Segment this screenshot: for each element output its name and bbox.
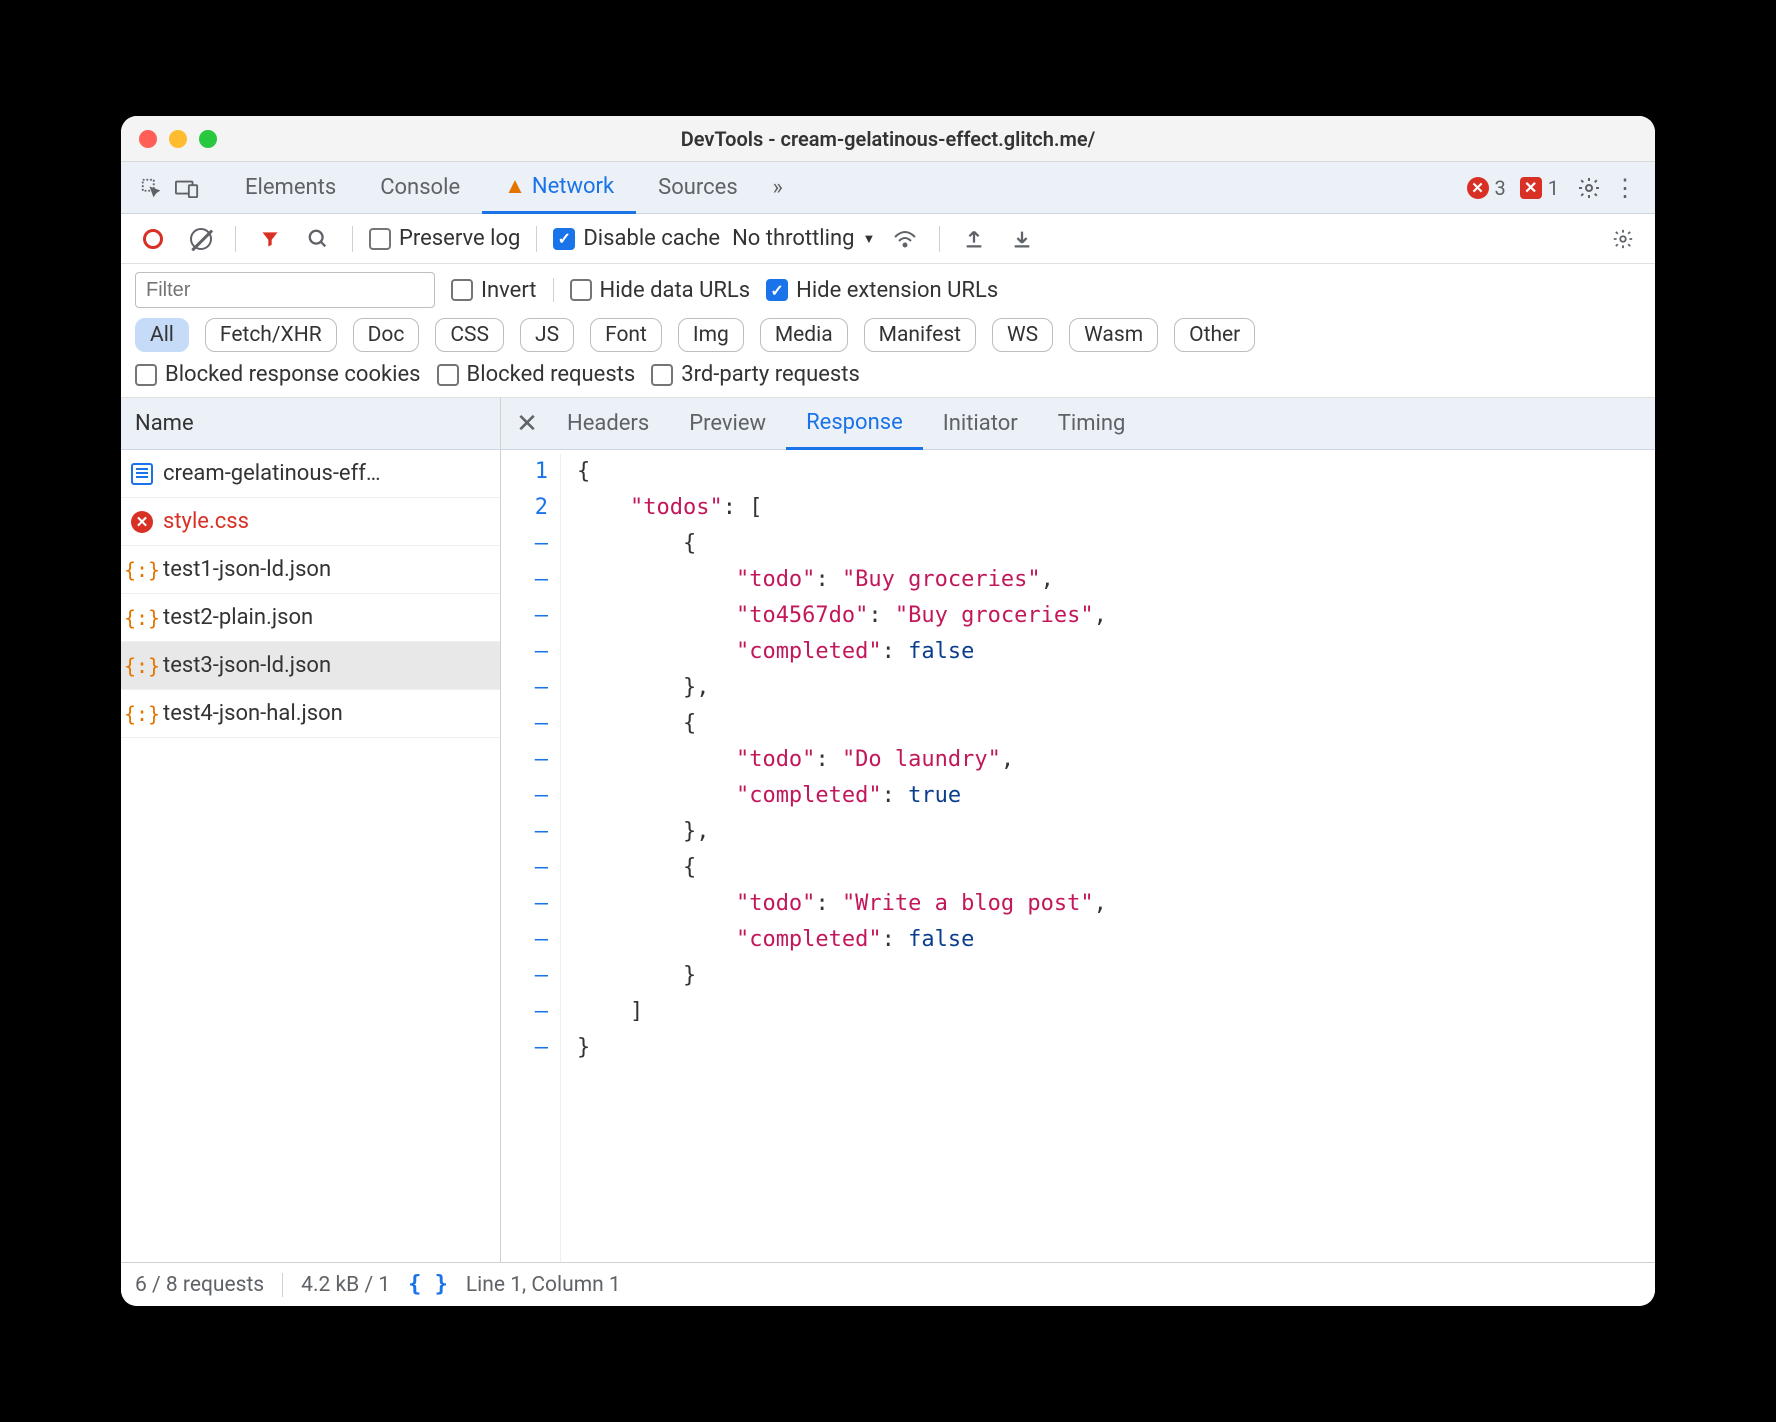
third-party-checkbox[interactable]: 3rd-party requests — [651, 362, 860, 387]
download-har-icon[interactable] — [1004, 221, 1040, 257]
chevron-down-icon: ▼ — [862, 231, 875, 247]
name-column-header[interactable]: Name — [121, 398, 500, 450]
blocked-cookies-checkbox[interactable]: Blocked response cookies — [135, 362, 421, 387]
settings-icon[interactable] — [1571, 170, 1607, 206]
device-toolbar-icon[interactable] — [169, 170, 205, 206]
disable-cache-checkbox[interactable]: Disable cache — [553, 226, 720, 251]
dtab-response[interactable]: Response — [786, 398, 923, 450]
type-chip-font[interactable]: Font — [590, 318, 662, 352]
tab-console[interactable]: Console — [358, 162, 482, 214]
json-icon: {:} — [131, 703, 153, 725]
titlebar: DevTools - cream-gelatinous-effect.glitc… — [121, 116, 1655, 162]
network-toolbar: Preserve log Disable cache No throttling… — [121, 214, 1655, 264]
filter-input[interactable] — [135, 272, 435, 308]
devtools-window: DevTools - cream-gelatinous-effect.glitc… — [121, 116, 1655, 1306]
throttling-dropdown[interactable]: No throttling ▼ — [732, 226, 875, 251]
type-chip-all[interactable]: All — [135, 318, 189, 352]
detail-pane: ✕ Headers Preview Response Initiator Tim… — [501, 398, 1655, 1262]
request-row[interactable]: {:} test3-json-ld.json — [121, 642, 500, 690]
content-area: Name cream-gelatinous-eff… ✕ style.css {… — [121, 398, 1655, 1262]
warning-icon: ▲ — [504, 173, 526, 199]
main-tabs: Elements Console ▲ Network Sources » — [223, 162, 796, 214]
line-gutter: 1 2 – – – – – – – – – – – – – – – — [501, 454, 561, 1262]
issue-icon: ✕ — [1520, 177, 1542, 199]
dtab-timing[interactable]: Timing — [1038, 398, 1146, 450]
type-chip-other[interactable]: Other — [1174, 318, 1255, 352]
detail-tab-bar: ✕ Headers Preview Response Initiator Tim… — [501, 398, 1655, 450]
clear-button[interactable] — [183, 221, 219, 257]
dtab-initiator[interactable]: Initiator — [923, 398, 1038, 450]
more-tabs-icon[interactable]: » — [760, 170, 796, 206]
hide-extension-urls-checkbox[interactable]: Hide extension URLs — [766, 278, 998, 303]
error-icon: ✕ — [131, 511, 153, 533]
type-chip-wasm[interactable]: Wasm — [1069, 318, 1158, 352]
error-count-badge[interactable]: ✕ 3 — [1467, 176, 1506, 200]
window-title: DevTools - cream-gelatinous-effect.glitc… — [139, 127, 1637, 151]
network-conditions-icon[interactable] — [887, 221, 923, 257]
type-chip-js[interactable]: JS — [520, 318, 574, 352]
checkbox-empty-icon — [369, 228, 391, 250]
close-detail-button[interactable]: ✕ — [507, 409, 547, 439]
checkbox-checked-icon — [553, 228, 575, 250]
request-row[interactable]: ✕ style.css — [121, 498, 500, 546]
status-bar: 6 / 8 requests 4.2 kB / 1 { } Line 1, Co… — [121, 1262, 1655, 1306]
dtab-preview[interactable]: Preview — [669, 398, 786, 450]
request-row[interactable]: {:} test4-json-hal.json — [121, 690, 500, 738]
kebab-menu-icon[interactable]: ⋮ — [1607, 170, 1643, 206]
record-button[interactable] — [135, 221, 171, 257]
transfer-size: 4.2 kB / 1 — [301, 1273, 390, 1297]
request-list: Name cream-gelatinous-eff… ✕ style.css {… — [121, 398, 501, 1262]
blocked-requests-checkbox[interactable]: Blocked requests — [437, 362, 636, 387]
main-tab-bar: Elements Console ▲ Network Sources » ✕ 3… — [121, 162, 1655, 214]
invert-checkbox[interactable]: Invert — [451, 278, 537, 303]
type-chip-css[interactable]: CSS — [435, 318, 504, 352]
tab-sources[interactable]: Sources — [636, 162, 760, 214]
request-row[interactable]: {:} test2-plain.json — [121, 594, 500, 642]
type-chip-ws[interactable]: WS — [992, 318, 1053, 352]
type-chip-doc[interactable]: Doc — [353, 318, 420, 352]
issue-count-badge[interactable]: ✕ 1 — [1520, 176, 1559, 200]
network-settings-icon[interactable] — [1605, 221, 1641, 257]
preserve-log-checkbox[interactable]: Preserve log — [369, 226, 520, 251]
tab-elements[interactable]: Elements — [223, 162, 358, 214]
request-row[interactable]: cream-gelatinous-eff… — [121, 450, 500, 498]
type-chip-fetch[interactable]: Fetch/XHR — [205, 318, 337, 352]
json-icon: {:} — [131, 655, 153, 677]
upload-har-icon[interactable] — [956, 221, 992, 257]
search-icon[interactable] — [300, 221, 336, 257]
tab-network[interactable]: ▲ Network — [482, 162, 636, 214]
document-icon — [131, 463, 153, 485]
code-lines: { "todos": [ { "todo": "Buy groceries", … — [561, 454, 1107, 1262]
error-icon: ✕ — [1467, 177, 1489, 199]
type-chip-manifest[interactable]: Manifest — [864, 318, 976, 352]
filter-icon[interactable] — [252, 221, 288, 257]
request-count: 6 / 8 requests — [135, 1273, 264, 1297]
json-icon: {:} — [131, 607, 153, 629]
request-row[interactable]: {:} test1-json-ld.json — [121, 546, 500, 594]
filter-bar: Invert Hide data URLs Hide extension URL… — [121, 264, 1655, 398]
cursor-position: Line 1, Column 1 — [466, 1273, 621, 1297]
json-icon: {:} — [131, 559, 153, 581]
pretty-print-icon[interactable]: { } — [408, 1272, 448, 1297]
inspect-icon[interactable] — [133, 170, 169, 206]
type-chip-img[interactable]: Img — [678, 318, 744, 352]
dtab-headers[interactable]: Headers — [547, 398, 669, 450]
type-chip-media[interactable]: Media — [760, 318, 848, 352]
badge-area: ✕ 3 ✕ 1 — [1467, 176, 1560, 200]
hide-data-urls-checkbox[interactable]: Hide data URLs — [570, 278, 751, 303]
response-body[interactable]: 1 2 – – – – – – – – – – – – – – – — [501, 450, 1655, 1262]
